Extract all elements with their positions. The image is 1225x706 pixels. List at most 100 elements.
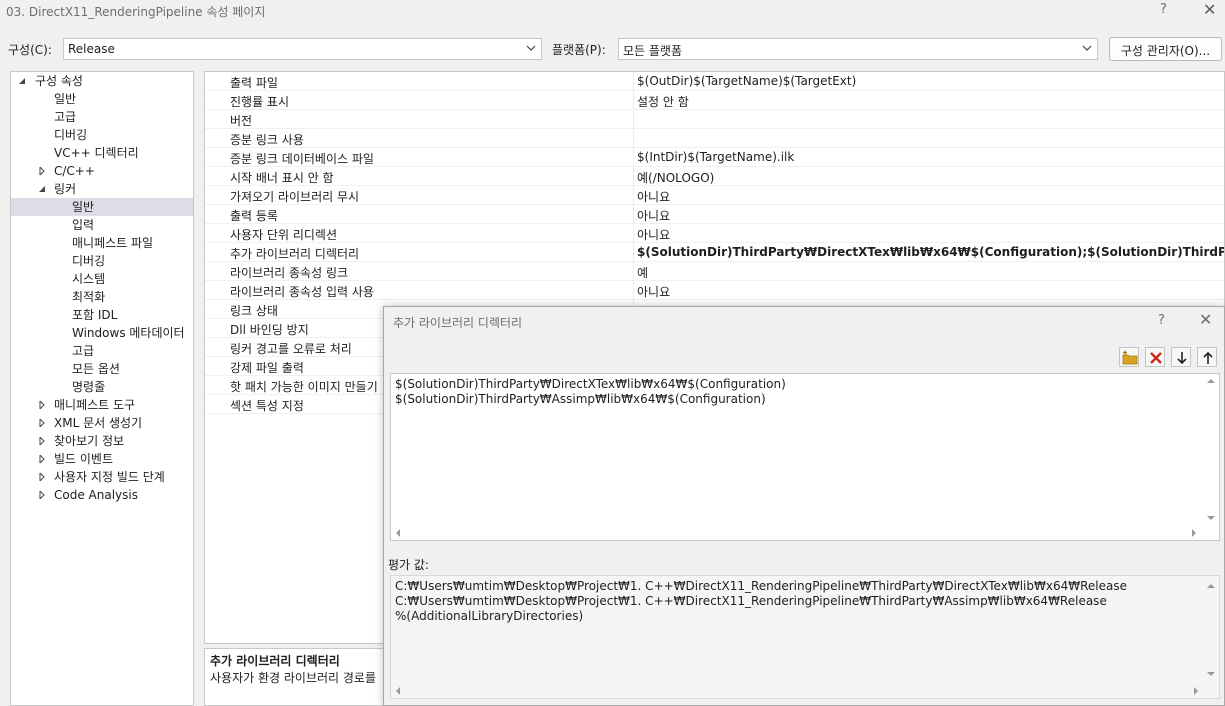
evaluated-value-box: C:₩Users₩umtim₩Desktop₩Project₩1. C++₩Di…: [390, 575, 1220, 699]
property-name: 라이브러리 종속성 링크: [230, 266, 349, 280]
property-name: 증분 링크 데이터베이스 파일: [230, 152, 374, 166]
property-name: 강제 파일 출력: [230, 361, 304, 375]
tree-item-xml-generator[interactable]: XML 문서 생성기: [54, 414, 142, 432]
help-button[interactable]: ?: [1160, 2, 1167, 17]
vertical-scrollbar[interactable]: [1203, 374, 1219, 526]
property-value[interactable]: 설정 안 함: [637, 93, 689, 110]
tree-item-code-analysis[interactable]: Code Analysis: [54, 486, 138, 504]
config-combobox[interactable]: Release: [63, 38, 542, 60]
property-row[interactable]: 가져오기 라이브러리 무시 아니요: [205, 186, 1224, 205]
property-row[interactable]: 사용자 단위 리디렉션 아니요: [205, 224, 1224, 243]
property-value[interactable]: 아니요: [637, 188, 670, 205]
property-row[interactable]: 시작 배너 표시 안 함 예(/NOLOGO): [205, 167, 1224, 186]
evaluated-entry: %(AdditionalLibraryDirectories): [395, 609, 584, 623]
collapsed-triangle-icon[interactable]: [38, 437, 46, 445]
tree-item-linker-optimization[interactable]: 최적화: [72, 288, 105, 306]
column-divider: [633, 91, 634, 110]
new-line-button[interactable]: [1119, 347, 1139, 367]
configuration-manager-button[interactable]: 구성 관리자(O)...: [1109, 37, 1222, 61]
tree-item-manifest-tool[interactable]: 매니페스트 도구: [54, 396, 135, 414]
tree-item-browse-info[interactable]: 찾아보기 정보: [54, 432, 124, 450]
expanded-triangle-icon[interactable]: [38, 185, 46, 193]
delete-line-button[interactable]: [1145, 347, 1165, 367]
property-name: 버전: [230, 114, 253, 128]
directory-entry[interactable]: $(SolutionDir)ThirdParty₩Assimp₩lib₩x64₩…: [395, 392, 766, 406]
tree-item-linker-all-options[interactable]: 모든 옵션: [72, 360, 120, 378]
column-divider: [633, 205, 634, 224]
property-name: 진행률 표시: [230, 95, 290, 109]
property-row[interactable]: 출력 등록 아니요: [205, 205, 1224, 224]
property-name: 링크 상태: [230, 304, 278, 318]
property-value[interactable]: $(OutDir)$(TargetName)$(TargetExt): [637, 74, 856, 88]
move-down-button[interactable]: [1171, 347, 1191, 367]
tree-item-linker-manifest[interactable]: 매니페스트 파일: [72, 234, 153, 252]
tree-item-vc-directories[interactable]: VC++ 디렉터리: [54, 144, 139, 162]
vertical-scrollbar[interactable]: [1203, 576, 1219, 684]
property-value[interactable]: 예: [637, 264, 648, 281]
collapsed-triangle-icon[interactable]: [38, 473, 46, 481]
property-value[interactable]: 아니요: [637, 283, 670, 300]
property-row[interactable]: 추가 라이브러리 디렉터리 $(SolutionDir)ThirdParty₩Di…: [205, 243, 1224, 262]
property-row[interactable]: 라이브러리 종속성 링크 예: [205, 262, 1224, 281]
tree-item-linker-general[interactable]: 일반: [11, 198, 193, 216]
platform-combobox[interactable]: 모든 플랫폼: [618, 38, 1098, 60]
collapsed-triangle-icon[interactable]: [38, 455, 46, 463]
arrow-down-icon: [1177, 352, 1187, 365]
dialog-help-button[interactable]: ?: [1158, 313, 1165, 328]
tree-item-linker[interactable]: 링커: [54, 180, 76, 198]
move-up-button[interactable]: [1197, 347, 1217, 367]
title-bar: 03. DirectX11_RenderingPipeline 속성 페이지 ?…: [0, 0, 1225, 22]
tree-item-linker-input[interactable]: 입력: [72, 216, 94, 234]
horizontal-scrollbar[interactable]: [391, 684, 1203, 698]
property-row[interactable]: 출력 파일 $(OutDir)$(TargetName)$(TargetExt): [205, 72, 1224, 91]
tree-root-config-properties[interactable]: 구성 속성: [35, 72, 83, 90]
collapsed-triangle-icon[interactable]: [38, 401, 46, 409]
collapsed-triangle-icon[interactable]: [38, 491, 46, 499]
property-name: 출력 등록: [230, 209, 278, 223]
description-text: 사용자가 환경 라이브러리 경로를: [210, 671, 377, 685]
tree-item-advanced[interactable]: 고급: [54, 108, 76, 126]
evaluated-value-label: 평가 값:: [388, 558, 429, 572]
property-row[interactable]: 증분 링크 사용: [205, 129, 1224, 148]
property-row[interactable]: 증분 링크 데이터베이스 파일 $(IntDir)$(TargetName).il…: [205, 148, 1224, 167]
directory-list[interactable]: $(SolutionDir)ThirdParty₩DirectXTex₩lib₩…: [390, 373, 1220, 541]
platform-label: 플랫폼(P):: [552, 43, 606, 57]
property-value[interactable]: $(IntDir)$(TargetName).ilk: [637, 150, 794, 164]
tree-item-linker-debugging[interactable]: 디버깅: [72, 252, 105, 270]
column-divider: [633, 224, 634, 243]
tree-item-linker-command-line[interactable]: 명령줄: [72, 378, 105, 396]
property-value[interactable]: $(SolutionDir)ThirdParty₩DirectXTex₩lib₩…: [637, 245, 1224, 259]
property-row[interactable]: 버전: [205, 110, 1224, 129]
column-divider: [633, 129, 634, 148]
dialog-close-button[interactable]: ✕: [1199, 310, 1212, 329]
expanded-triangle-icon[interactable]: [18, 77, 26, 85]
tree-item-build-events[interactable]: 빌드 이벤트: [54, 450, 113, 468]
tree-item-linker-advanced[interactable]: 고급: [72, 342, 94, 360]
directory-entry[interactable]: $(SolutionDir)ThirdParty₩DirectXTex₩lib₩…: [395, 377, 786, 391]
collapsed-triangle-icon[interactable]: [38, 167, 46, 175]
additional-library-directories-dialog: 추가 라이브러리 디렉터리 ? ✕ $(SolutionDir)ThirdPar…: [383, 306, 1225, 706]
property-tree[interactable]: 구성 속성 일반 고급 디버깅 VC++ 디렉터리 C/C++ 링커 일반 입력…: [10, 71, 194, 706]
tree-item-custom-build-step[interactable]: 사용자 지정 빌드 단계: [54, 468, 165, 486]
property-row[interactable]: 진행률 표시 설정 안 함: [205, 91, 1224, 110]
column-divider: [633, 72, 634, 91]
property-name: 증분 링크 사용: [230, 133, 304, 147]
tree-item-linker-system[interactable]: 시스템: [72, 270, 105, 288]
column-divider: [633, 110, 634, 129]
delete-icon: [1150, 352, 1162, 364]
tree-item-cpp[interactable]: C/C++: [54, 162, 95, 180]
tree-item-debugging[interactable]: 디버깅: [54, 126, 87, 144]
tree-item-general[interactable]: 일반: [54, 90, 76, 108]
property-value[interactable]: 예(/NOLOGO): [637, 169, 714, 186]
tree-item-linker-windows-metadata[interactable]: Windows 메타데이터: [72, 324, 185, 342]
horizontal-scrollbar[interactable]: [391, 526, 1203, 540]
column-divider: [633, 167, 634, 186]
close-button[interactable]: ✕: [1203, 0, 1216, 19]
property-value[interactable]: 아니요: [637, 226, 670, 243]
column-divider: [633, 186, 634, 205]
property-value[interactable]: 아니요: [637, 207, 670, 224]
property-row[interactable]: 라이브러리 종속성 입력 사용 아니요: [205, 281, 1224, 300]
tree-item-linker-embedded-idl[interactable]: 포함 IDL: [72, 306, 117, 324]
column-divider: [633, 148, 634, 167]
collapsed-triangle-icon[interactable]: [38, 419, 46, 427]
